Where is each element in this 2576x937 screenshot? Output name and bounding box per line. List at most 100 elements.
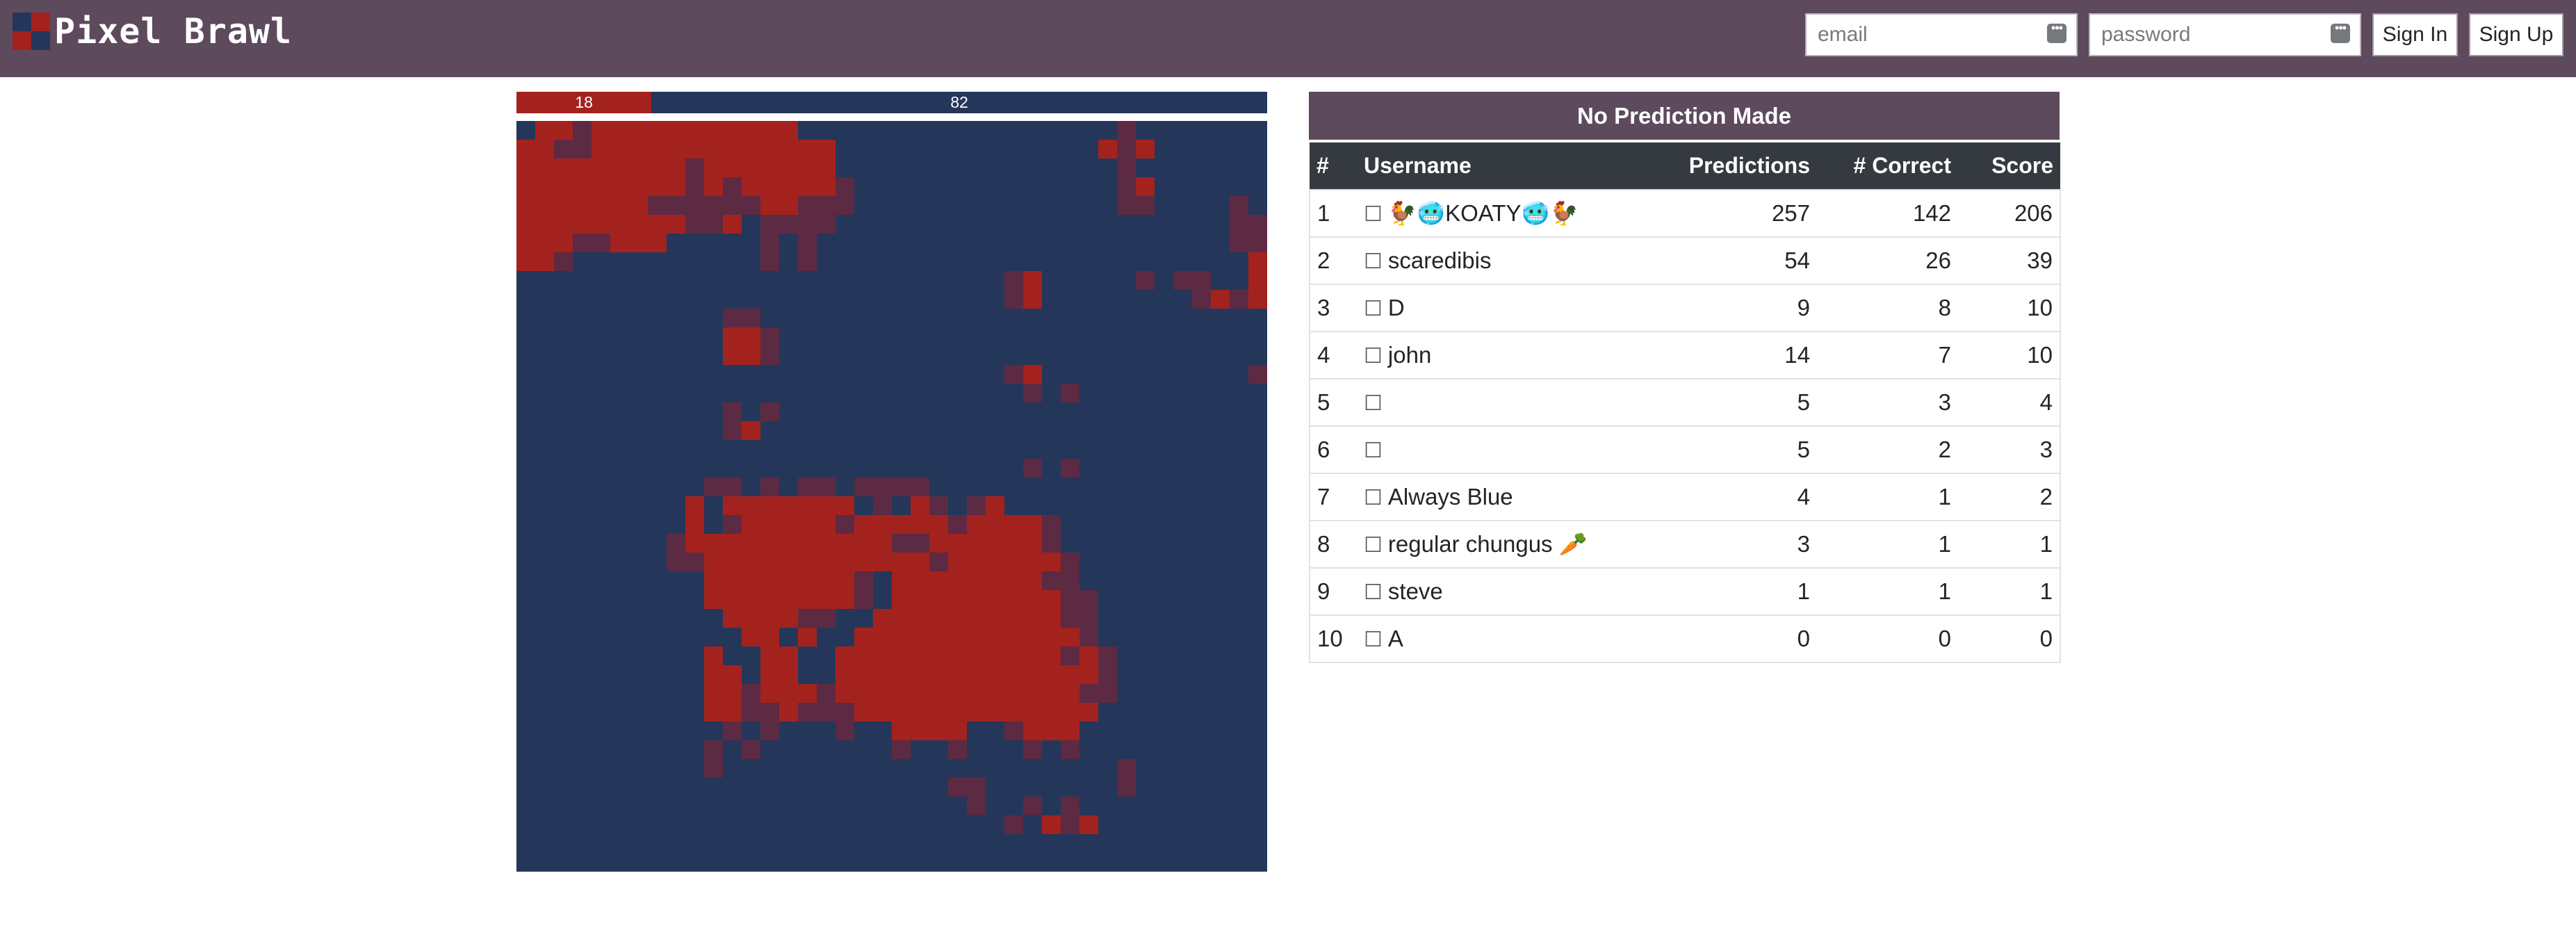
board-cell-blue[interactable] bbox=[648, 402, 667, 422]
board-cell-blue[interactable] bbox=[1173, 177, 1193, 197]
board-cell-blue[interactable] bbox=[648, 534, 667, 553]
board-cell-blue[interactable] bbox=[610, 797, 630, 816]
board-cell-mixed[interactable] bbox=[573, 140, 592, 159]
board-cell-blue[interactable] bbox=[854, 140, 874, 159]
board-cell-blue[interactable] bbox=[685, 365, 705, 384]
board-cell-blue[interactable] bbox=[1230, 722, 1249, 741]
board-cell-red[interactable] bbox=[892, 553, 911, 572]
board-cell-blue[interactable] bbox=[1192, 684, 1212, 703]
board-cell-blue[interactable] bbox=[592, 459, 611, 478]
board-cell-red[interactable] bbox=[1079, 646, 1099, 666]
board-cell-red[interactable] bbox=[592, 196, 611, 215]
board-cell-blue[interactable] bbox=[1079, 196, 1099, 215]
board-cell-blue[interactable] bbox=[1155, 815, 1174, 835]
board-cell-blue[interactable] bbox=[1023, 496, 1043, 516]
board-cell-blue[interactable] bbox=[967, 459, 986, 478]
board-cell-red[interactable] bbox=[742, 140, 761, 159]
board-cell-mixed[interactable] bbox=[854, 478, 874, 497]
board-cell-red[interactable] bbox=[1061, 722, 1080, 741]
board-cell-blue[interactable] bbox=[610, 384, 630, 403]
board-cell-blue[interactable] bbox=[742, 252, 761, 272]
board-cell-blue[interactable] bbox=[685, 778, 705, 797]
board-cell-blue[interactable] bbox=[535, 703, 555, 722]
board-cell-blue[interactable] bbox=[1023, 121, 1043, 140]
board-cell-red[interactable] bbox=[742, 327, 761, 347]
board-cell-red[interactable] bbox=[986, 496, 1005, 516]
board-cell-red[interactable] bbox=[779, 140, 799, 159]
board-cell-red[interactable] bbox=[911, 628, 930, 647]
board-cell-mixed[interactable] bbox=[1117, 158, 1136, 178]
board-cell-blue[interactable] bbox=[629, 346, 649, 366]
board-cell-blue[interactable] bbox=[1117, 646, 1136, 666]
board-cell-blue[interactable] bbox=[610, 815, 630, 835]
board-cell-blue[interactable] bbox=[648, 440, 667, 459]
checkbox-icon[interactable]: ☐ bbox=[1364, 344, 1383, 368]
board-cell-blue[interactable] bbox=[1004, 797, 1024, 816]
board-cell-blue[interactable] bbox=[1155, 496, 1174, 516]
board-cell-blue[interactable] bbox=[554, 421, 573, 441]
board-cell-blue[interactable] bbox=[667, 571, 686, 591]
board-cell-blue[interactable] bbox=[817, 327, 836, 347]
board-cell-red[interactable] bbox=[929, 571, 949, 591]
board-cell-blue[interactable] bbox=[1042, 121, 1061, 140]
board-cell-blue[interactable] bbox=[573, 853, 592, 872]
board-cell-blue[interactable] bbox=[554, 534, 573, 553]
board-cell-blue[interactable] bbox=[516, 553, 536, 572]
board-cell-mixed[interactable] bbox=[1004, 722, 1024, 741]
board-cell-blue[interactable] bbox=[911, 834, 930, 854]
board-cell-mixed[interactable] bbox=[685, 196, 705, 215]
board-cell-blue[interactable] bbox=[986, 778, 1005, 797]
board-cell-blue[interactable] bbox=[648, 778, 667, 797]
board-cell-red[interactable] bbox=[911, 703, 930, 722]
board-cell-mixed[interactable] bbox=[760, 722, 780, 741]
board-cell-red[interactable] bbox=[967, 590, 986, 610]
board-cell-blue[interactable] bbox=[685, 234, 705, 253]
board-cell-blue[interactable] bbox=[1230, 815, 1249, 835]
board-cell-red[interactable] bbox=[929, 515, 949, 535]
board-cell-blue[interactable] bbox=[554, 327, 573, 347]
board-cell-blue[interactable] bbox=[911, 759, 930, 779]
board-cell-blue[interactable] bbox=[1192, 590, 1212, 610]
board-cell-blue[interactable] bbox=[1042, 496, 1061, 516]
board-cell-blue[interactable] bbox=[554, 815, 573, 835]
board-cell-blue[interactable] bbox=[1079, 234, 1099, 253]
board-cell-blue[interactable] bbox=[516, 271, 536, 291]
board-cell-blue[interactable] bbox=[1211, 440, 1230, 459]
board-cell-blue[interactable] bbox=[986, 759, 1005, 779]
board-cell-mixed[interactable] bbox=[1230, 290, 1249, 309]
board-cell-blue[interactable] bbox=[667, 646, 686, 666]
board-cell-blue[interactable] bbox=[986, 252, 1005, 272]
board-cell-red[interactable] bbox=[1023, 628, 1043, 647]
board-cell-red[interactable] bbox=[592, 177, 611, 197]
board-cell-blue[interactable] bbox=[1117, 309, 1136, 328]
board-cell-blue[interactable] bbox=[573, 478, 592, 497]
board-cell-red[interactable] bbox=[911, 609, 930, 628]
board-cell-mixed[interactable] bbox=[760, 234, 780, 253]
board-cell-mixed[interactable] bbox=[1079, 684, 1099, 703]
board-cell-blue[interactable] bbox=[1173, 684, 1193, 703]
board-cell-mixed[interactable] bbox=[817, 703, 836, 722]
board-cell-blue[interactable] bbox=[704, 853, 724, 872]
board-cell-blue[interactable] bbox=[742, 815, 761, 835]
board-cell-red[interactable] bbox=[929, 590, 949, 610]
board-cell-red[interactable] bbox=[685, 140, 705, 159]
board-cell-red[interactable] bbox=[911, 684, 930, 703]
board-cell-blue[interactable] bbox=[1098, 815, 1118, 835]
board-cell-red[interactable] bbox=[723, 327, 742, 347]
board-cell-blue[interactable] bbox=[1042, 834, 1061, 854]
board-cell-blue[interactable] bbox=[986, 834, 1005, 854]
board-cell-blue[interactable] bbox=[1230, 797, 1249, 816]
board-cell-mixed[interactable] bbox=[1098, 684, 1118, 703]
board-cell-blue[interactable] bbox=[1155, 290, 1174, 309]
board-cell-blue[interactable] bbox=[948, 478, 968, 497]
board-cell-blue[interactable] bbox=[742, 290, 761, 309]
checkbox-icon[interactable]: ☐ bbox=[1364, 628, 1383, 652]
board-cell-blue[interactable] bbox=[1173, 384, 1193, 403]
board-cell-blue[interactable] bbox=[1230, 534, 1249, 553]
board-cell-red[interactable] bbox=[854, 665, 874, 685]
board-cell-blue[interactable] bbox=[1136, 421, 1155, 441]
board-cell-blue[interactable] bbox=[554, 703, 573, 722]
board-cell-blue[interactable] bbox=[1117, 722, 1136, 741]
board-cell-red[interactable] bbox=[592, 158, 611, 178]
board-cell-blue[interactable] bbox=[516, 778, 536, 797]
